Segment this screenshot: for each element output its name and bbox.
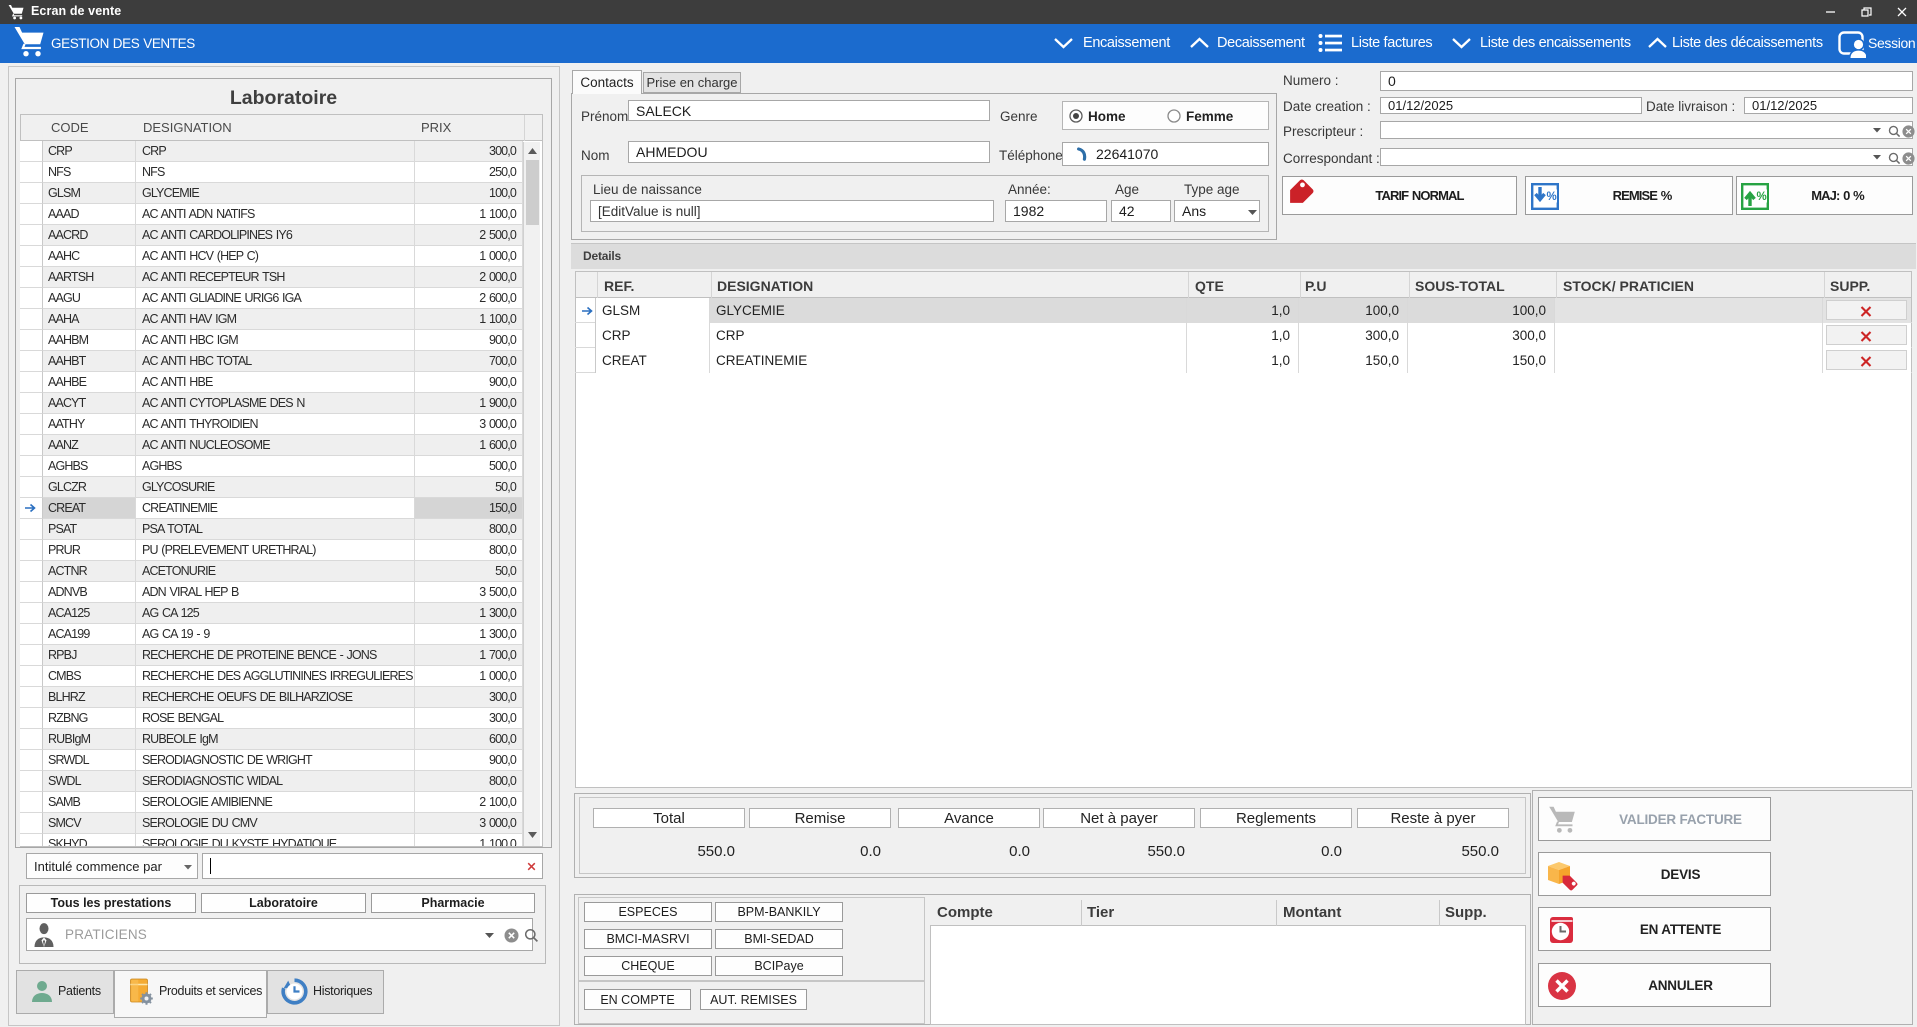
svg-text:%: % [1757, 191, 1767, 203]
svg-text:%: % [1547, 191, 1557, 203]
